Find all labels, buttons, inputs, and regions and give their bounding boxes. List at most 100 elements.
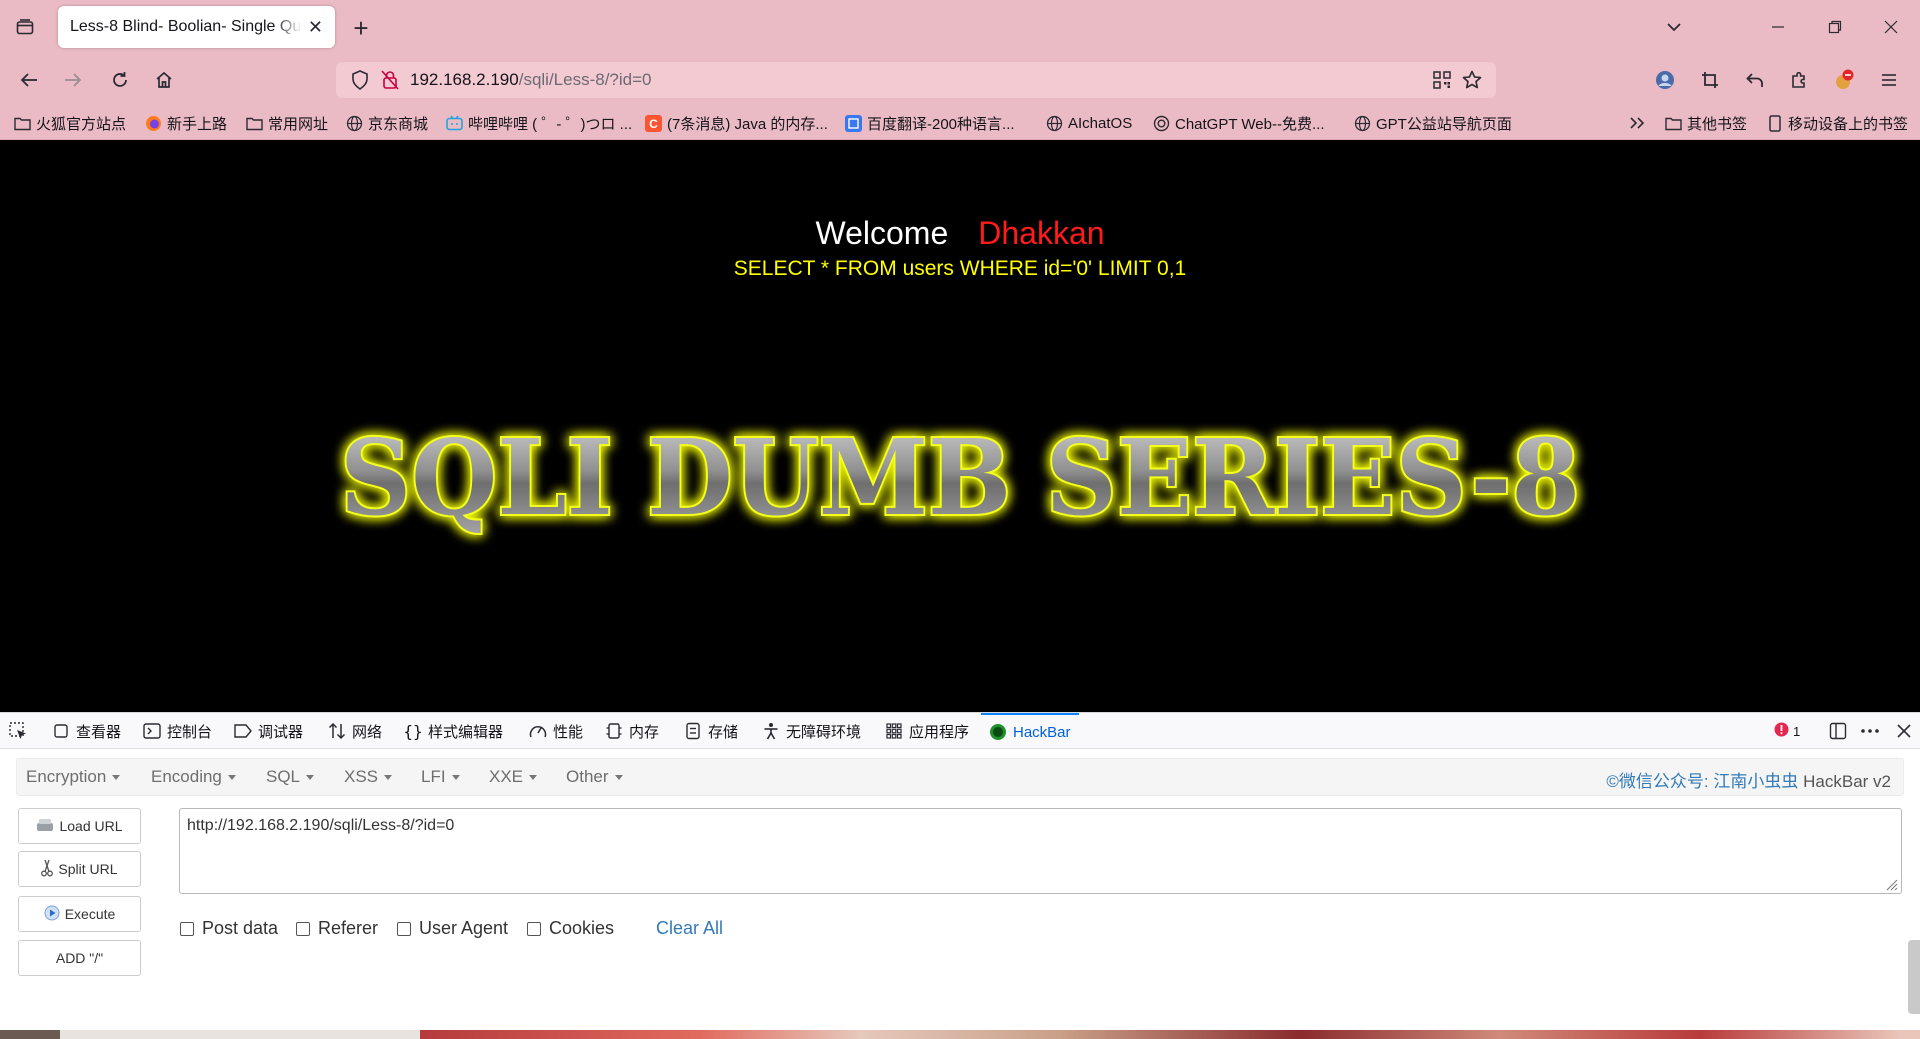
menu-other[interactable]: Other [566, 767, 623, 787]
tab-memory[interactable]: 内存 [605, 713, 659, 749]
user-agent-checkbox[interactable]: User Agent [397, 918, 508, 939]
other-bookmarks-folder[interactable]: 其他书签 [1665, 112, 1747, 134]
crop-screenshot-icon[interactable] [1694, 64, 1726, 96]
caret-down-icon [614, 775, 623, 781]
bookmark-item[interactable]: AIchatOS [1046, 112, 1132, 134]
tab-label: 网络 [352, 723, 383, 741]
checkbox-box[interactable] [296, 921, 310, 936]
url-textarea[interactable]: http://192.168.2.190/sqli/Less-8/?id=0 [179, 808, 1902, 894]
network-icon [328, 722, 346, 740]
menu-encoding[interactable]: Encoding [151, 767, 236, 787]
bookmark-item[interactable]: 火狐官方站点 [14, 112, 126, 134]
tab-performance[interactable]: 性能 [529, 713, 583, 749]
referer-checkbox[interactable]: Referer [296, 918, 378, 939]
menu-xxe[interactable]: XXE [489, 767, 538, 787]
menu-label: Encryption [26, 767, 107, 786]
load-url-button[interactable]: Load URL [18, 808, 141, 844]
chevron-down-icon[interactable] [1656, 12, 1692, 42]
bookmark-item[interactable]: 常用网址 [246, 112, 328, 134]
checkbox-box[interactable] [527, 921, 541, 936]
profile-avatar-icon[interactable] [1649, 64, 1681, 96]
restore-icon[interactable] [1812, 10, 1858, 44]
reload-icon[interactable] [104, 64, 136, 96]
error-indicator[interactable]: 1 [1774, 719, 1800, 743]
caret-down-icon [529, 775, 538, 781]
hackbar-credit: ©微信公众号: 江南小虫虫 HackBar v2 [1606, 767, 1891, 792]
back-arrow-icon[interactable] [13, 64, 45, 96]
tab-console[interactable]: 控制台 [143, 713, 212, 749]
element-picker-icon[interactable] [9, 713, 27, 749]
performance-gauge-icon [529, 722, 547, 740]
baidu-translate-icon [845, 114, 862, 132]
bookmark-item[interactable]: C (7条消息) Java 的内存... [645, 112, 828, 134]
menu-xss[interactable]: XSS [344, 767, 393, 787]
bookmark-star-icon[interactable] [1456, 64, 1488, 96]
add-slash-button[interactable]: ADD "/" [18, 940, 141, 976]
button-label: Split URL [58, 861, 118, 877]
memory-chip-icon [605, 722, 623, 740]
tab-inspector[interactable]: 查看器 [52, 713, 121, 749]
undo-arrow-icon[interactable] [1739, 64, 1771, 96]
credit-link[interactable]: ©微信公众号: 江南小虫虫 [1606, 772, 1798, 791]
console-icon [143, 722, 161, 740]
home-icon[interactable] [148, 64, 180, 96]
extensions-puzzle-icon[interactable] [1783, 64, 1815, 96]
button-label: Load URL [59, 818, 123, 834]
devtools-close-icon[interactable] [1893, 719, 1915, 743]
minimize-icon[interactable] [1755, 10, 1801, 44]
address-bar[interactable]: 192.168.2.190/sqli/Less-8/?id=0 [336, 62, 1496, 98]
tab-accessibility[interactable]: 无障碍环境 [762, 713, 861, 749]
globe-icon [346, 115, 363, 132]
mobile-bookmarks-folder[interactable]: 移动设备上的书签 [1766, 112, 1908, 134]
tab-close-icon[interactable]: ✕ [308, 17, 323, 38]
tab-list-icon[interactable] [8, 12, 42, 42]
new-tab-button[interactable]: + [345, 12, 377, 44]
tab-label: 查看器 [76, 723, 122, 741]
folder-icon [1665, 115, 1682, 132]
tab-label: 应用程序 [909, 723, 970, 741]
insecure-lock-icon[interactable] [374, 64, 406, 96]
tab-application[interactable]: 应用程序 [885, 713, 969, 749]
tab-debugger[interactable]: 调试器 [234, 713, 303, 749]
post-data-checkbox[interactable]: Post data [180, 918, 278, 939]
forward-arrow-icon[interactable] [57, 64, 89, 96]
menu-encryption[interactable]: Encryption [26, 767, 121, 787]
qr-code-icon[interactable] [1426, 64, 1458, 96]
extension-badge-icon[interactable] [1828, 64, 1860, 96]
resize-grip-icon[interactable] [1886, 878, 1898, 891]
window-close-icon[interactable] [1868, 10, 1914, 44]
user-name: Dhakkan [978, 215, 1105, 251]
bookmark-item[interactable]: 百度翻译-200种语言... [845, 112, 1015, 134]
checkbox-box[interactable] [397, 921, 411, 936]
clear-all-link[interactable]: Clear All [656, 918, 723, 939]
bookmark-item[interactable]: GPT公益站导航页面 [1354, 112, 1512, 134]
dock-side-icon[interactable] [1826, 719, 1850, 743]
bookmark-item[interactable]: 新手上路 [145, 112, 227, 134]
bookmark-item[interactable]: 京东商城 [346, 112, 428, 134]
bookmark-item[interactable]: ChatGPT Web--免费... [1153, 112, 1324, 134]
navigation-toolbar: 192.168.2.190/sqli/Less-8/?id=0 [0, 56, 1920, 104]
play-icon [44, 905, 60, 924]
more-options-icon[interactable] [1858, 719, 1882, 743]
split-url-button[interactable]: Split URL [18, 851, 141, 887]
bookmark-label: 火狐官方站点 [36, 115, 127, 133]
shield-icon[interactable] [344, 64, 376, 96]
storage-icon [684, 722, 702, 740]
execute-button[interactable]: Execute [18, 896, 141, 932]
more-bookmarks-chevron-icon[interactable] [1629, 112, 1645, 134]
active-tab[interactable]: Less-8 Blind- Boolian- Single Quotes- St… [58, 6, 335, 48]
menu-lfi[interactable]: LFI [421, 767, 460, 787]
tab-storage[interactable]: 存储 [684, 713, 738, 749]
scrollbar-thumb[interactable] [1908, 940, 1920, 1014]
checkbox-box[interactable] [180, 921, 194, 936]
app-menu-icon[interactable] [1873, 64, 1905, 96]
tab-network[interactable]: 网络 [328, 713, 382, 749]
bookmark-item[interactable]: 哔哩哔哩 ( ゜- ゜)つロ ... [446, 112, 632, 134]
url-text[interactable]: 192.168.2.190/sqli/Less-8/?id=0 [410, 70, 652, 90]
firefox-icon [145, 115, 162, 132]
cookies-checkbox[interactable]: Cookies [527, 918, 614, 939]
caret-down-icon [227, 775, 236, 781]
tab-style-editor[interactable]: {} 样式编辑器 [403, 713, 503, 749]
menu-sql[interactable]: SQL [266, 767, 315, 787]
tab-hackbar[interactable]: HackBar [981, 713, 1079, 749]
